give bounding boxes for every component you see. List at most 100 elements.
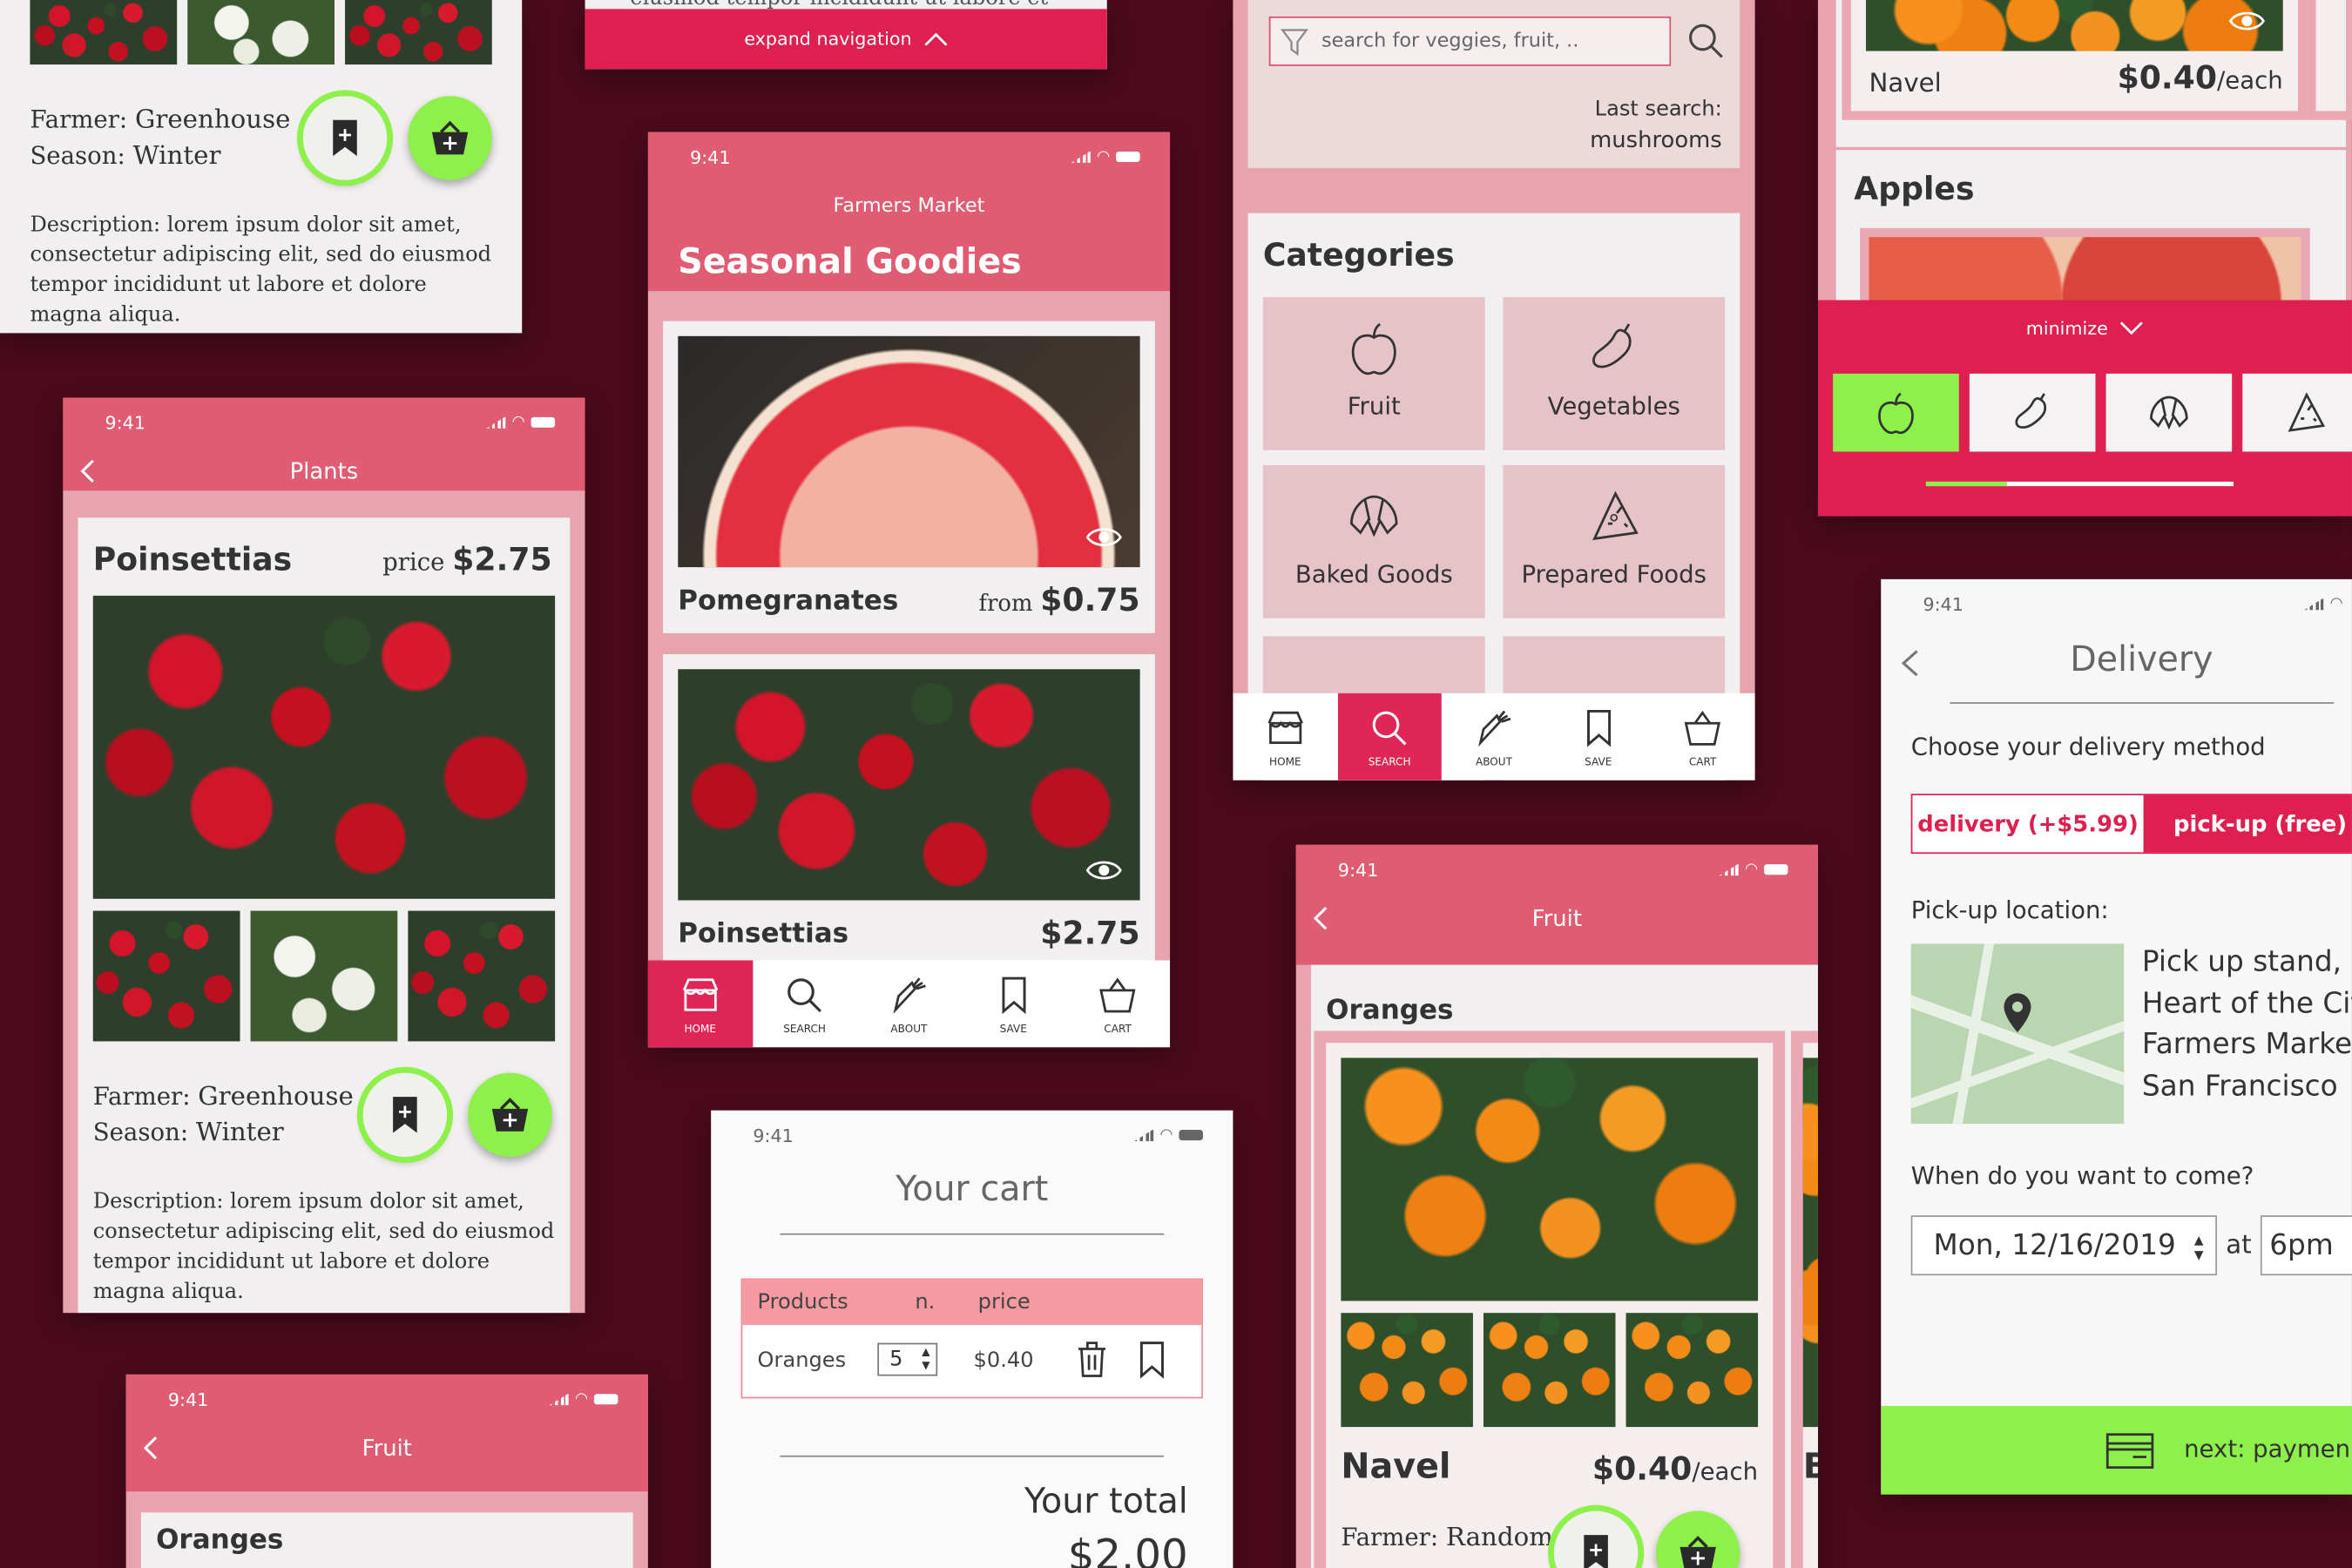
- scroll-track[interactable]: [1925, 481, 2234, 487]
- last-search-label: Last search:: [1594, 97, 1722, 122]
- delivery-screen: 9:41 ◠ Delivery Choose your delivery met…: [1881, 578, 2352, 1495]
- nav-search[interactable]: SEARCH: [1337, 693, 1443, 781]
- expand-navigation-button[interactable]: expand navigation: [585, 9, 1107, 70]
- nav-home[interactable]: HOME: [647, 960, 753, 1048]
- product-price: $2.75: [1040, 915, 1140, 952]
- date-select[interactable]: Mon, 12/16/2019 ▲ ▼: [1910, 1215, 2217, 1276]
- bookmark-plus-icon: [1584, 1535, 1608, 1568]
- nav-about[interactable]: ABOUT: [1442, 693, 1546, 781]
- battery-icon: [593, 1394, 618, 1405]
- back-arrow-icon[interactable]: [1899, 648, 1920, 678]
- thumbnail-red-2[interactable]: [345, 0, 492, 65]
- map-pin-icon: [2004, 993, 2031, 1033]
- wifi-icon: ◠: [574, 1390, 588, 1408]
- thumbnail-1[interactable]: [1341, 1313, 1473, 1428]
- nav-home[interactable]: HOME: [1233, 693, 1337, 781]
- save-button[interactable]: [302, 96, 388, 180]
- option-pickup[interactable]: pick-up (free): [2143, 794, 2352, 853]
- cart-item-price: $0.40: [973, 1348, 1034, 1374]
- nav-cart[interactable]: CART: [1651, 693, 1755, 781]
- scroll-thumb[interactable]: [1925, 481, 2007, 487]
- nav-search[interactable]: SEARCH: [753, 960, 857, 1047]
- thumbnail-3[interactable]: [1625, 1313, 1759, 1428]
- product-price: $0.40: [2117, 59, 2217, 97]
- bookmark-plus-icon: [333, 119, 357, 157]
- product-card[interactable]: Navel $0.40/each: [1850, 0, 2298, 112]
- search-input[interactable]: search for veggies, fruit, ..: [1268, 16, 1672, 66]
- nav-cart-label: CART: [1104, 1023, 1132, 1036]
- product-photo: [678, 669, 1140, 901]
- nav-save[interactable]: SAVE: [1546, 693, 1651, 781]
- bookmark-icon[interactable]: [1139, 1340, 1166, 1379]
- filter-icon[interactable]: [1280, 27, 1309, 57]
- next-payment-button[interactable]: next: paymen: [1881, 1405, 2352, 1495]
- product-main-photo: [92, 595, 556, 899]
- page-title: Plants: [289, 457, 359, 485]
- nav-about[interactable]: ABOUT: [857, 960, 962, 1047]
- thumbnail-white[interactable]: [187, 0, 335, 65]
- basket-plus-icon: [1680, 1536, 1716, 1568]
- thumbnail-white[interactable]: [250, 910, 398, 1042]
- eggplant-icon: [1592, 323, 1632, 368]
- time-select[interactable]: 6pm: [2260, 1215, 2352, 1276]
- save-button[interactable]: [1553, 1511, 1639, 1568]
- category-prepared-foods[interactable]: Prepared Foods: [1503, 464, 1726, 618]
- carrot-icon: [1478, 710, 1511, 747]
- total-label: Your total: [1024, 1482, 1188, 1522]
- product-name: Navel: [1869, 69, 1942, 99]
- product-card[interactable]: Pomegranates from $0.75: [663, 321, 1155, 633]
- column-products: Products: [757, 1290, 848, 1315]
- trash-icon[interactable]: [1076, 1340, 1109, 1379]
- next-product-card[interactable]: B: [1802, 1043, 1818, 1568]
- category-fruit[interactable]: Fruit: [1262, 297, 1485, 450]
- nav-about-label: ABOUT: [890, 1023, 928, 1036]
- farmer-value: Greenhouse: [134, 105, 291, 136]
- product-price: $0.75: [1040, 582, 1140, 618]
- product-name: Navel: [1341, 1448, 1451, 1487]
- tile-vegetables[interactable]: [1969, 373, 2096, 452]
- select-arrows-icon: ▲ ▼: [2193, 1233, 2204, 1262]
- thumbnail-red[interactable]: [30, 0, 178, 65]
- add-to-cart-button[interactable]: [408, 96, 492, 180]
- season-value: Winter: [132, 140, 221, 172]
- quantity-stepper[interactable]: 5 ▲ ▼: [877, 1342, 938, 1376]
- save-button[interactable]: [362, 1072, 448, 1158]
- eye-icon[interactable]: [1085, 525, 1122, 550]
- search-icon[interactable]: [1686, 21, 1725, 60]
- column-quantity: n.: [915, 1290, 936, 1315]
- product-card[interactable]: Poinsettias $2.75: [663, 654, 1155, 970]
- search-screen: search for veggies, fruit, .. Last searc…: [1233, 0, 1755, 781]
- location-map[interactable]: [1910, 943, 2125, 1125]
- store-icon: [682, 978, 718, 1011]
- tile-baked-goods[interactable]: [2105, 373, 2233, 452]
- thumbnail-red[interactable]: [92, 910, 240, 1042]
- minimize-button[interactable]: minimize: [1818, 318, 2352, 339]
- apple-icon: [1878, 392, 1914, 435]
- add-to-cart-button[interactable]: [468, 1072, 552, 1158]
- next-product-photo: [1802, 1058, 1818, 1428]
- nav-cart[interactable]: CART: [1065, 960, 1170, 1047]
- search-placeholder: search for veggies, fruit, ..: [1321, 30, 1579, 53]
- basket-icon: [1685, 710, 1721, 746]
- last-search-value[interactable]: mushrooms: [1590, 126, 1722, 153]
- home-screen: 9:41 ◠ Farmers Market Seasonal Goodies P…: [647, 132, 1171, 1048]
- eye-icon[interactable]: [1085, 858, 1122, 882]
- categories-title: Categories: [1262, 237, 1455, 274]
- add-to-cart-button[interactable]: [1655, 1511, 1740, 1568]
- option-delivery[interactable]: delivery (+$5.99): [1912, 795, 2143, 852]
- thumbnail-2[interactable]: [1483, 1313, 1616, 1428]
- product-card[interactable]: Navel $0.40/each Farmer: Random: [1326, 1043, 1774, 1568]
- status-time: 9:41: [753, 1125, 794, 1146]
- season-label: Season:: [30, 140, 125, 170]
- thumbnail-red-2[interactable]: [408, 910, 556, 1042]
- category-baked-goods[interactable]: Baked Goods: [1262, 464, 1485, 618]
- section-title: Oranges: [1326, 995, 1454, 1027]
- section-title: Apples: [1854, 171, 1975, 207]
- nav-save[interactable]: SAVE: [961, 960, 1065, 1047]
- farmer-value: Greenhouse: [198, 1081, 354, 1112]
- eye-icon[interactable]: [2228, 9, 2265, 33]
- croissant-icon: [1350, 495, 1398, 537]
- category-vegetables[interactable]: Vegetables: [1503, 297, 1726, 450]
- tile-fruit[interactable]: [1833, 373, 1959, 452]
- tile-prepared-foods[interactable]: [2242, 373, 2352, 452]
